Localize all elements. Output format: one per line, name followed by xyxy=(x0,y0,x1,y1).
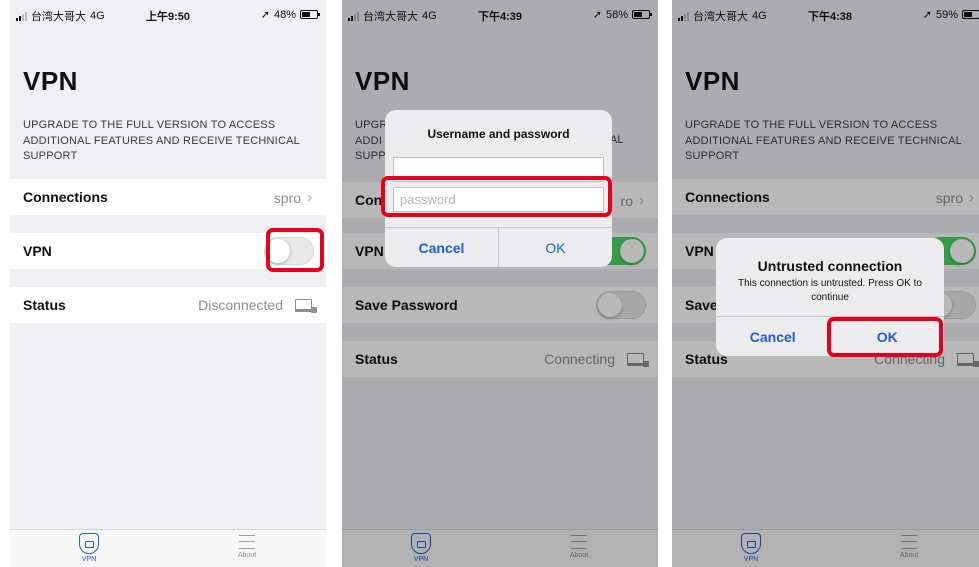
status-row: Status Disconnected xyxy=(10,287,326,323)
connections-label: Connections xyxy=(23,189,108,205)
highlight-box xyxy=(266,228,324,272)
cancel-button[interactable]: Cancel xyxy=(716,317,831,356)
shield-icon xyxy=(79,533,99,554)
vpn-label: VPN xyxy=(23,243,52,259)
modal-overlay xyxy=(342,0,658,567)
screen-3: 台湾大哥大 4G 下午4:38 ➚ 59% VPN UPGRADE TO THE… xyxy=(672,0,979,567)
battery-percent: 48% xyxy=(273,8,296,21)
ok-button[interactable]: OK xyxy=(499,228,612,267)
tab-bar: VPN About xyxy=(10,529,326,567)
highlight-box xyxy=(381,176,612,217)
cancel-button[interactable]: Cancel xyxy=(385,228,499,267)
tab-vpn-label: VPN xyxy=(81,556,97,563)
upgrade-notice[interactable]: UPGRADE TO THE FULL VERSION TO ACCESS AD… xyxy=(23,118,313,165)
status-value: Disconnected xyxy=(198,297,283,313)
dialog-title: Username and password xyxy=(427,127,570,141)
tab-vpn[interactable]: VPN xyxy=(39,533,139,563)
dialog-title: Untrusted connection xyxy=(757,258,903,274)
connections-value: spro xyxy=(273,189,301,206)
dialog-buttons: Cancel OK xyxy=(385,227,612,267)
list-icon xyxy=(239,535,255,549)
tab-about[interactable]: About xyxy=(197,533,297,559)
highlight-box xyxy=(827,317,943,357)
status-label: Status xyxy=(23,297,66,313)
screen-1: 台湾大哥大 4G 上午9:50 ➚ 48% VPN UPGRADE TO THE… xyxy=(10,0,326,567)
battery-icon xyxy=(300,10,320,19)
dialog-message: This connection is untrusted. Press OK t… xyxy=(738,278,922,303)
screen-2: 台湾大哥大 4G 下午4:39 ➚ 58% VPN UPGR ADDI SUPP… xyxy=(342,0,658,567)
chevron-right-icon: › xyxy=(307,189,312,206)
location-icon: ➚ xyxy=(260,9,270,21)
tab-about-label: About xyxy=(237,552,257,559)
connections-row[interactable]: Connections spro › xyxy=(10,179,326,215)
status-bar: 台湾大哥大 4G 上午9:50 ➚ 48% xyxy=(10,0,326,28)
network-icon xyxy=(295,298,317,313)
page-title: VPN xyxy=(23,66,78,96)
